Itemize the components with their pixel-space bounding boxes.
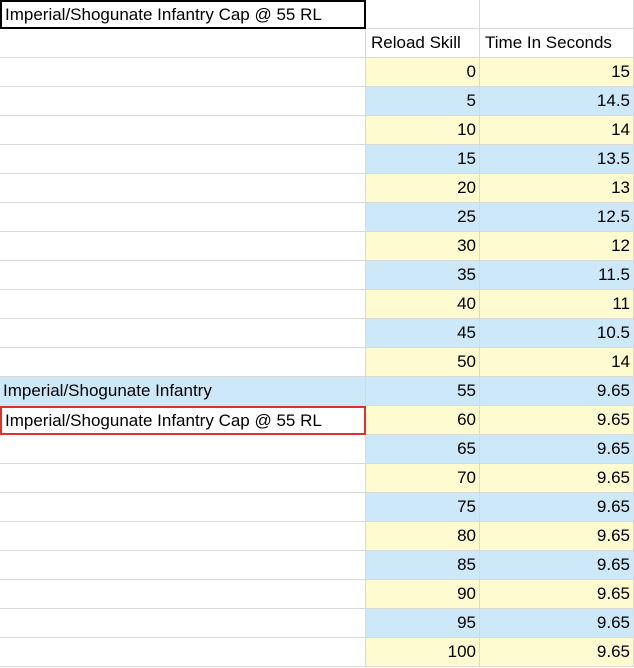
reload-skill-cell[interactable]: 85	[366, 551, 480, 580]
title-cell[interactable]: Imperial/Shogunate Infantry Cap @ 55 RL	[0, 0, 366, 29]
empty-cell[interactable]	[0, 464, 366, 493]
reload-skill-cell[interactable]: 55	[366, 377, 480, 406]
time-in-seconds-cell[interactable]: 9.65	[480, 551, 634, 580]
time-in-seconds-cell[interactable]: 14.5	[480, 87, 634, 116]
time-in-seconds-cell[interactable]: 9.65	[480, 638, 634, 667]
reload-skill-cell[interactable]: 80	[366, 522, 480, 551]
reload-skill-cell[interactable]: 0	[366, 58, 480, 87]
time-in-seconds-cell[interactable]: 11.5	[480, 261, 634, 290]
empty-cell[interactable]	[0, 290, 366, 319]
time-in-seconds-cell[interactable]: 9.65	[480, 609, 634, 638]
empty-cell[interactable]	[0, 435, 366, 464]
empty-cell[interactable]	[480, 0, 634, 29]
row-label-cell[interactable]: Imperial/Shogunate Infantry	[0, 377, 366, 406]
time-in-seconds-cell[interactable]: 10.5	[480, 319, 634, 348]
reload-skill-cell[interactable]: 100	[366, 638, 480, 667]
empty-cell[interactable]	[0, 493, 366, 522]
time-in-seconds-cell[interactable]: 9.65	[480, 377, 634, 406]
empty-cell[interactable]	[0, 116, 366, 145]
time-in-seconds-cell[interactable]: 9.65	[480, 493, 634, 522]
reload-skill-cell[interactable]: 35	[366, 261, 480, 290]
reload-skill-cell[interactable]: 75	[366, 493, 480, 522]
reload-skill-cell[interactable]: 65	[366, 435, 480, 464]
time-in-seconds-cell[interactable]: 13.5	[480, 145, 634, 174]
empty-cell[interactable]	[0, 609, 366, 638]
reload-skill-cell[interactable]: 25	[366, 203, 480, 232]
empty-cell[interactable]	[0, 145, 366, 174]
empty-cell[interactable]	[0, 87, 366, 116]
reload-skill-cell[interactable]: 50	[366, 348, 480, 377]
empty-cell[interactable]	[0, 551, 366, 580]
time-in-seconds-cell[interactable]: 12.5	[480, 203, 634, 232]
reload-skill-cell[interactable]: 20	[366, 174, 480, 203]
reload-skill-header[interactable]: Reload Skill	[366, 29, 480, 58]
time-in-seconds-cell[interactable]: 9.65	[480, 580, 634, 609]
reload-skill-cell[interactable]: 15	[366, 145, 480, 174]
reload-skill-cell[interactable]: 95	[366, 609, 480, 638]
reload-skill-cell[interactable]: 60	[366, 406, 480, 435]
empty-cell[interactable]	[0, 319, 366, 348]
reload-skill-cell[interactable]: 5	[366, 87, 480, 116]
time-in-seconds-cell[interactable]: 13	[480, 174, 634, 203]
reload-skill-cell[interactable]: 10	[366, 116, 480, 145]
empty-cell[interactable]	[0, 203, 366, 232]
time-in-seconds-cell[interactable]: 14	[480, 116, 634, 145]
reload-skill-cell[interactable]: 40	[366, 290, 480, 319]
time-in-seconds-cell[interactable]: 15	[480, 58, 634, 87]
row-label-cell[interactable]: Imperial/Shogunate Infantry Cap @ 55 RL	[0, 406, 366, 435]
empty-cell[interactable]	[0, 232, 366, 261]
empty-cell[interactable]	[0, 580, 366, 609]
time-in-seconds-header[interactable]: Time In Seconds	[480, 29, 634, 58]
empty-cell[interactable]	[0, 261, 366, 290]
empty-cell[interactable]	[0, 522, 366, 551]
time-in-seconds-cell[interactable]: 9.65	[480, 464, 634, 493]
time-in-seconds-cell[interactable]: 14	[480, 348, 634, 377]
reload-skill-cell[interactable]: 90	[366, 580, 480, 609]
empty-cell[interactable]	[0, 348, 366, 377]
time-in-seconds-cell[interactable]: 9.65	[480, 435, 634, 464]
time-in-seconds-cell[interactable]: 12	[480, 232, 634, 261]
spreadsheet-grid: Imperial/Shogunate Infantry Cap @ 55 RL …	[0, 0, 634, 668]
empty-cell[interactable]	[0, 638, 366, 667]
empty-cell[interactable]	[0, 174, 366, 203]
empty-cell[interactable]	[366, 0, 480, 29]
empty-cell[interactable]	[0, 29, 366, 58]
reload-skill-cell[interactable]: 45	[366, 319, 480, 348]
time-in-seconds-cell[interactable]: 9.65	[480, 406, 634, 435]
time-in-seconds-cell[interactable]: 11	[480, 290, 634, 319]
empty-cell[interactable]	[0, 58, 366, 87]
reload-skill-cell[interactable]: 70	[366, 464, 480, 493]
time-in-seconds-cell[interactable]: 9.65	[480, 522, 634, 551]
reload-skill-cell[interactable]: 30	[366, 232, 480, 261]
